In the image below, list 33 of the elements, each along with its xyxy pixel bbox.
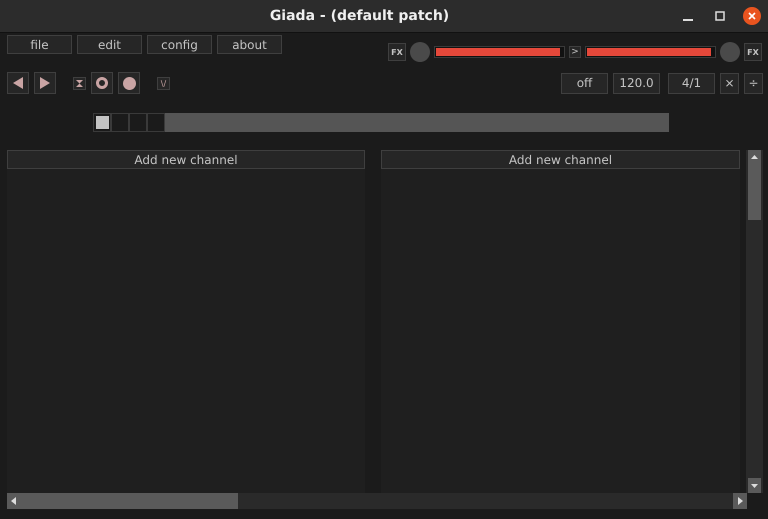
menu-button[interactable]: config — [147, 35, 212, 54]
play-icon — [39, 76, 51, 90]
bpm-button[interactable]: 120.0 — [613, 72, 660, 94]
input-rec-button[interactable]: \/ — [157, 76, 170, 90]
scroll-thumb[interactable] — [746, 150, 763, 220]
fx-button[interactable]: FX — [388, 43, 406, 61]
add-channel-button[interactable]: Add new channel — [7, 150, 365, 169]
menu-button[interactable]: edit — [77, 35, 142, 54]
scroll-down-button[interactable] — [746, 478, 763, 493]
meter-button[interactable]: 4/1 — [668, 72, 715, 94]
metronome-button[interactable] — [73, 76, 86, 90]
scroll-right-button[interactable] — [733, 493, 747, 509]
horizontal-scrollbar[interactable] — [7, 493, 747, 509]
ring-icon — [96, 77, 108, 89]
record-icon — [122, 76, 136, 90]
quantize-button[interactable]: off — [561, 72, 608, 94]
vertical-scrollbar[interactable] — [746, 150, 763, 493]
close-icon[interactable] — [743, 7, 761, 25]
hourglass-icon — [75, 78, 84, 88]
scroll-thumb[interactable] — [7, 493, 238, 509]
menu-button[interactable]: about — [217, 35, 282, 54]
rewind-button[interactable] — [7, 72, 29, 94]
record-actions-button[interactable] — [91, 72, 113, 94]
add-channel-button[interactable]: Add new channel — [381, 150, 740, 169]
multiply-button[interactable]: × — [720, 72, 739, 94]
left-triangle-icon — [12, 76, 24, 90]
menu-button[interactable]: file — [7, 35, 72, 54]
monitor-button[interactable]: > — [569, 46, 581, 58]
fx-button[interactable]: FX — [744, 43, 762, 61]
window-title: Giada - (default patch) — [268, 8, 450, 24]
record-input-button[interactable] — [118, 72, 140, 94]
divide-button[interactable]: ÷ — [744, 72, 763, 94]
play-button[interactable] — [34, 72, 56, 94]
